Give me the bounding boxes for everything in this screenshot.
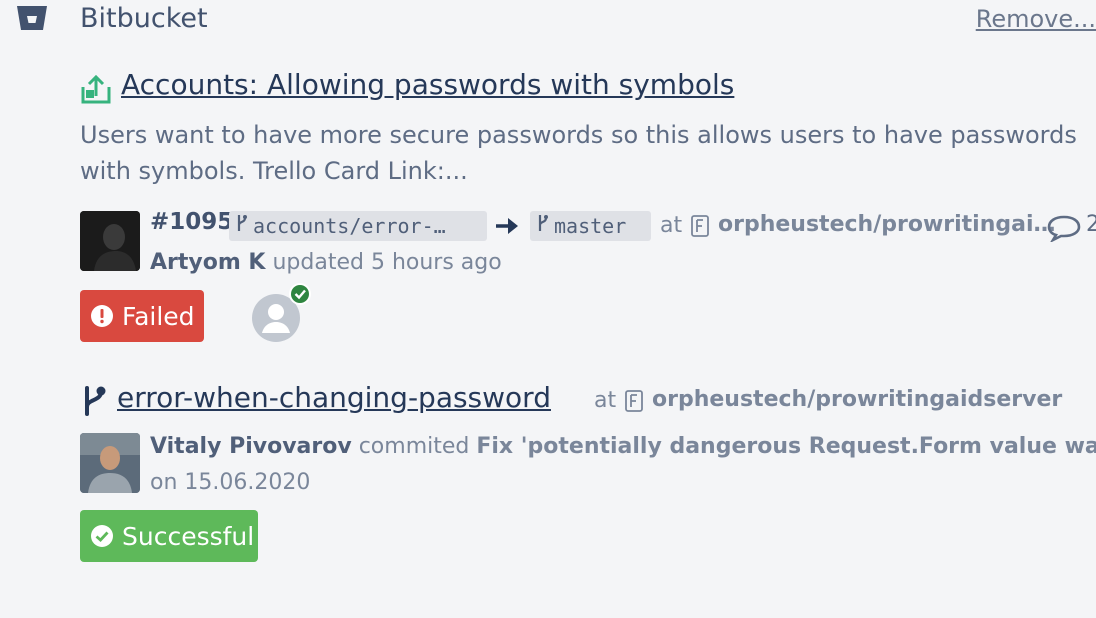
error-icon	[91, 305, 113, 327]
branch-icon	[536, 211, 550, 241]
branch-name-link[interactable]: error-when-changing-password	[117, 381, 551, 414]
comment-icon[interactable]	[1046, 214, 1082, 244]
repository-icon	[624, 390, 644, 412]
committer-avatar[interactable]	[80, 433, 140, 493]
status-label: Failed	[122, 301, 195, 331]
committer-name[interactable]: Vitaly Pivovarov	[150, 434, 352, 459]
updated-text: updated 5 hours ago	[272, 250, 502, 275]
at-label: at	[594, 388, 617, 413]
target-branch-name: master	[554, 214, 627, 238]
arrow-right-icon	[494, 213, 522, 239]
pull-request-description: Users want to have more secure passwords…	[80, 117, 1096, 189]
repository-link[interactable]: orpheustech/prowritingai…	[718, 212, 1056, 237]
source-branch-name: accounts/error-…	[253, 214, 446, 238]
pull-request-meta: Artyom K updated 5 hours ago	[150, 250, 502, 275]
branch-icon	[235, 211, 249, 241]
failed-status-badge[interactable]: Failed	[80, 290, 204, 342]
commit-date: on 15.06.2020	[150, 470, 311, 495]
at-label: at	[660, 213, 683, 238]
author-name[interactable]: Artyom K	[150, 250, 265, 275]
comment-count: 2	[1086, 212, 1096, 237]
commit-message-link[interactable]: Fix 'potentially dangerous Request.Form …	[476, 434, 1096, 459]
branch-icon	[80, 385, 108, 417]
bitbucket-icon	[16, 4, 48, 32]
repository-icon	[690, 215, 710, 237]
success-status-badge[interactable]: Successful	[80, 510, 258, 562]
pull-request-title-link[interactable]: Accounts: Allowing passwords with symbol…	[121, 68, 734, 101]
description-line-2: with symbols. Trello Card Link:...	[80, 157, 468, 185]
repository-link[interactable]: orpheustech/prowritingaidserver	[652, 387, 1062, 412]
author-avatar[interactable]	[80, 211, 140, 271]
check-circle-icon	[91, 525, 113, 547]
status-label: Successful	[122, 521, 255, 551]
pull-request-icon	[80, 73, 112, 105]
description-line-1: Users want to have more secure passwords…	[80, 121, 1077, 149]
reviewer-avatar[interactable]	[251, 283, 315, 347]
pull-request-number[interactable]: #1095	[150, 209, 233, 235]
remove-link[interactable]: Remove...	[976, 5, 1096, 33]
commit-summary: Vitaly Pivovarov commited Fix 'potential…	[150, 434, 1096, 459]
commit-verb: commited	[358, 434, 470, 459]
target-branch-chip[interactable]: master	[530, 211, 651, 241]
integration-title: Bitbucket	[80, 3, 208, 34]
source-branch-chip[interactable]: accounts/error-…	[229, 211, 487, 241]
